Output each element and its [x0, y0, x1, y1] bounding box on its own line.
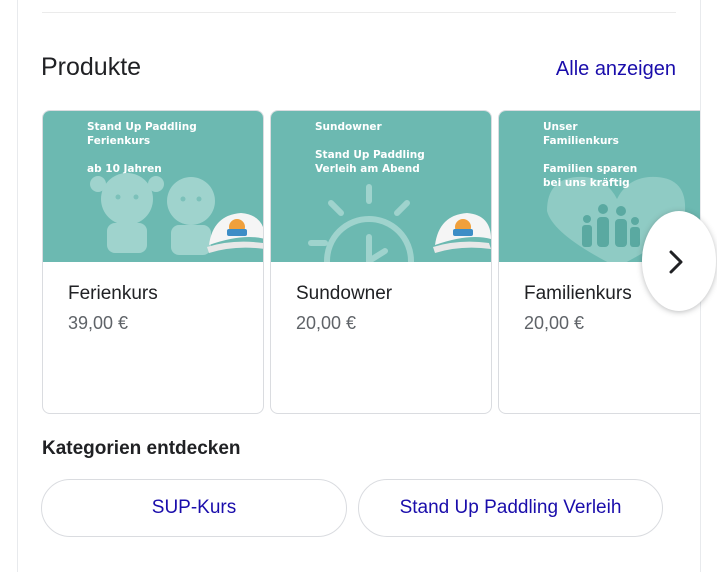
product-name: Sundowner	[296, 283, 393, 304]
product-price: 39,00 €	[68, 313, 129, 333]
image-text-line: Unser	[543, 121, 578, 133]
left-frame-border	[17, 0, 18, 572]
product-name: Ferienkurs	[68, 283, 158, 304]
carousel-next-button[interactable]	[642, 211, 716, 311]
image-text-line: bei uns kräftig	[543, 177, 630, 189]
image-text-line: Familien sparen	[543, 163, 638, 175]
products-heading: Produkte	[41, 53, 142, 81]
category-chip-sup-verleih[interactable]: Stand Up Paddling Verleih	[358, 479, 663, 537]
cap-icon	[433, 213, 491, 253]
product-price: 20,00 €	[296, 313, 357, 333]
product-image-sundowner: Sundowner Stand Up Paddling Verleih am A…	[271, 111, 491, 262]
top-divider	[42, 12, 676, 13]
product-card-sundowner[interactable]: Sundowner Stand Up Paddling Verleih am A…	[270, 110, 492, 414]
cap-icon	[207, 213, 263, 253]
product-card-ferienkurs[interactable]: Stand Up Paddling Ferienkurs ab 10 Jahre…	[42, 110, 264, 414]
chevron-right-icon	[669, 250, 683, 274]
category-chip-sup-kurs[interactable]: SUP-Kurs	[41, 479, 347, 537]
product-name: Familienkurs	[524, 283, 632, 304]
product-carousel: Stand Up Paddling Ferienkurs ab 10 Jahre…	[42, 110, 700, 414]
product-price: 20,00 €	[524, 313, 585, 333]
see-all-link[interactable]: Alle anzeigen	[556, 58, 676, 81]
product-image-ferienkurs: Stand Up Paddling Ferienkurs ab 10 Jahre…	[43, 111, 263, 262]
image-text-line: Familienkurs	[543, 135, 619, 147]
categories-heading: Kategorien entdecken	[42, 438, 241, 459]
